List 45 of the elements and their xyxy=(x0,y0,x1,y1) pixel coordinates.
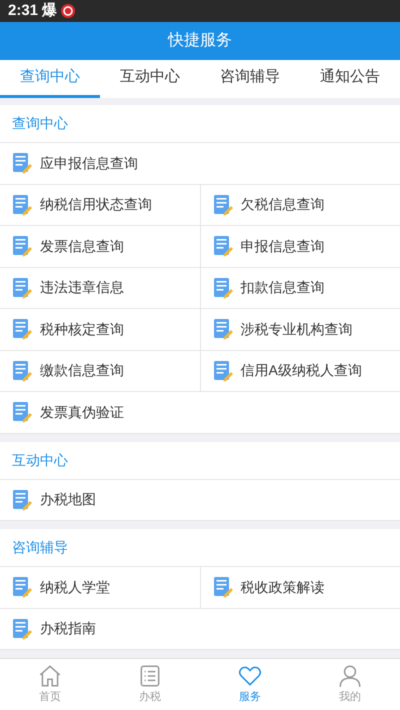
service-item[interactable]: 税种核定查询 xyxy=(0,309,200,350)
document-pencil-icon xyxy=(212,194,232,216)
service-item[interactable]: 应申报信息查询 xyxy=(0,143,400,184)
service-item[interactable]: 纳税信用状态查询 xyxy=(0,184,200,225)
service-item[interactable]: 办税地图 xyxy=(0,480,400,520)
tab[interactable]: 互动中心 xyxy=(100,60,200,98)
document-pencil-icon xyxy=(12,401,32,424)
document-pencil-icon xyxy=(12,618,32,640)
home-icon xyxy=(37,663,63,690)
status-time: 2:31 xyxy=(8,0,38,21)
document-pencil-icon xyxy=(12,318,32,340)
service-item[interactable]: 涉税专业机构查询 xyxy=(200,309,400,350)
document-pencil-icon xyxy=(12,276,32,299)
section-title: 互动中心 xyxy=(12,450,68,470)
document-pencil-icon xyxy=(212,276,232,299)
service-item[interactable]: 缴款信息查询 xyxy=(0,350,200,391)
document-pencil-icon xyxy=(212,360,232,382)
document-pencil-icon xyxy=(12,152,32,174)
section-title: 咨询辅导 xyxy=(12,538,68,557)
section-title: 查询中心 xyxy=(12,114,68,133)
service-item[interactable]: 发票真伪验证 xyxy=(0,392,400,432)
service-item[interactable]: 发票信息查询 xyxy=(0,226,200,266)
person-icon xyxy=(337,663,363,690)
document-pencil-icon xyxy=(12,576,32,598)
service-item[interactable]: 信用A级纳税人查询 xyxy=(200,350,400,391)
service-item[interactable]: 扣款信息查询 xyxy=(200,268,400,308)
document-pencil-icon xyxy=(212,576,232,598)
document-pencil-icon xyxy=(12,360,32,382)
service-item[interactable]: 欠税信息查询 xyxy=(200,184,400,225)
service-item[interactable]: 税收政策解读 xyxy=(200,567,400,608)
document-pencil-icon xyxy=(12,194,32,216)
notification-icon xyxy=(61,4,76,18)
service-item[interactable]: 办税指南 xyxy=(0,608,400,649)
status-glyph: 爆 xyxy=(42,0,58,21)
service-item[interactable]: 申报信息查询 xyxy=(200,226,400,266)
header-title: 快捷服务 xyxy=(168,30,232,51)
nav-item[interactable]: 服务 xyxy=(200,659,300,710)
document-pencil-icon xyxy=(212,235,232,258)
tab[interactable]: 咨询辅导 xyxy=(200,60,300,98)
document-pencil-icon xyxy=(12,235,32,258)
tab[interactable]: 通知公告 xyxy=(300,60,400,98)
service-item[interactable]: 纳税人学堂 xyxy=(0,567,200,608)
document-pencil-icon xyxy=(12,488,32,511)
document-pencil-icon xyxy=(212,318,232,340)
service-item[interactable]: 违法违章信息 xyxy=(0,268,200,308)
